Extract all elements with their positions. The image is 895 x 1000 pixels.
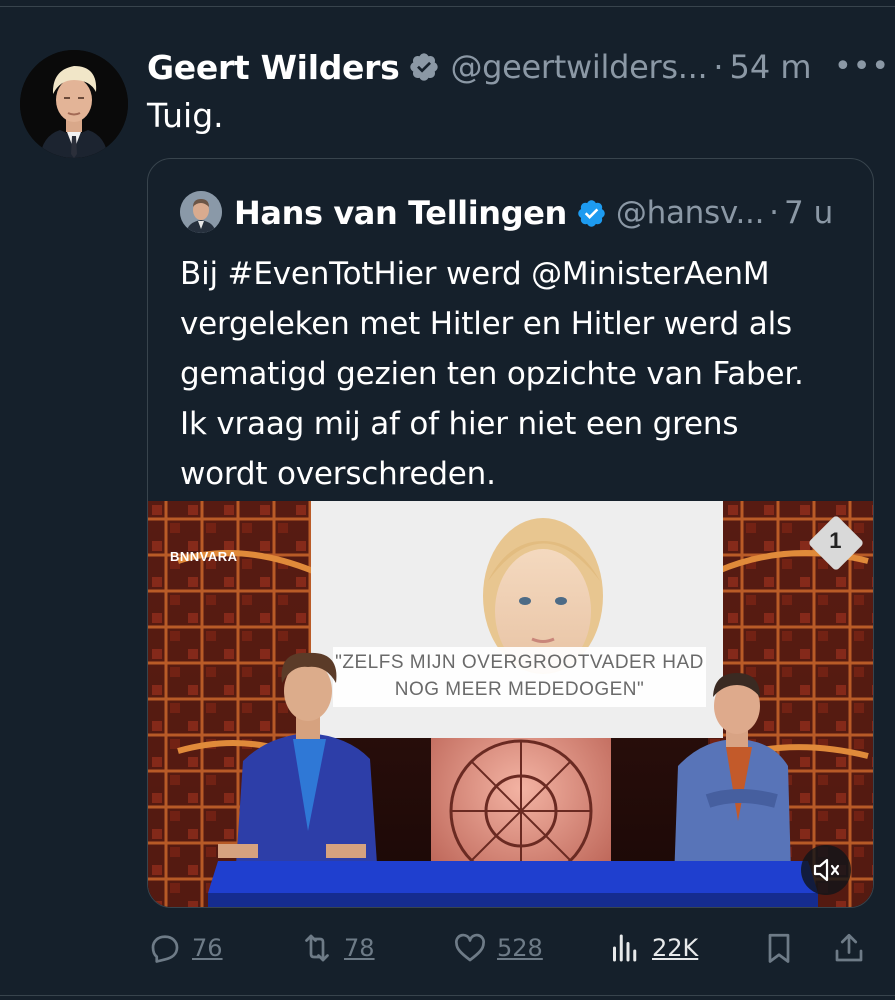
quoted-text-line: gematigd gezien ten opzichte van Faber. (180, 356, 804, 392)
verified-badge-icon (578, 199, 605, 227)
heart-icon (455, 933, 485, 962)
channel-logo: BNNVARA (170, 549, 238, 564)
reply-icon (151, 935, 179, 963)
quoted-author-handle[interactable]: @hansv... (616, 195, 765, 231)
separator-dot: · (713, 48, 724, 86)
quoted-text-line: Bij #EvenTotHier werd @MinisterAenM (180, 256, 770, 292)
video-caption: "ZELFS MIJN OVERGROOTVADER HAD NOG MEER … (333, 649, 706, 703)
like-count: 528 (497, 934, 543, 962)
author-handle[interactable]: @geertwilders... (450, 48, 707, 86)
reply-button[interactable]: 76 (147, 925, 223, 971)
speaker-muted-icon (813, 858, 840, 882)
repost-button[interactable]: 78 (299, 925, 375, 971)
quoted-text-line: vergeleken met Hitler en Hitler werd als (180, 306, 792, 342)
share-button[interactable] (831, 925, 867, 971)
caption-line: NOG MEER MEDEDOGEN" (394, 679, 645, 700)
more-options-icon[interactable]: ••• (834, 52, 890, 82)
quoted-timestamp[interactable]: 7 u (784, 195, 833, 231)
share-icon (835, 933, 863, 962)
repost-icon (305, 934, 329, 962)
tweet-text: Tuig. (147, 96, 224, 135)
quoted-text-line: wordt overschreden. (180, 456, 496, 492)
tweet-header: Geert Wilders @geertwilders... · 54 m (147, 44, 812, 90)
quoted-author-name[interactable]: Hans van Tellingen (234, 194, 567, 232)
caption-line: "ZELFS MIJN OVERGROOTVADER HAD (335, 652, 704, 673)
quoted-text-line: Ik vraag mij af of hier niet een grens (180, 406, 739, 442)
views-count: 22K (652, 934, 699, 962)
top-divider (0, 6, 895, 7)
mute-button[interactable] (801, 845, 851, 895)
video-frame (148, 501, 873, 907)
author-avatar[interactable] (20, 50, 128, 158)
quoted-tweet-text: Bij #EvenTotHier werd @MinisterAenM verg… (180, 249, 860, 499)
author-name[interactable]: Geert Wilders (147, 48, 400, 87)
tweet-actions: 76 78 528 22K (147, 925, 874, 971)
reply-count: 76 (192, 934, 223, 962)
bookmark-icon (768, 933, 790, 963)
separator-dot: · (769, 195, 779, 231)
views-bar-chart-icon (613, 934, 637, 962)
repost-count: 78 (344, 934, 375, 962)
npo-number: 1 (829, 527, 842, 553)
bookmark-button[interactable] (761, 925, 797, 971)
verified-badge-icon (410, 53, 439, 81)
quoted-header: Hans van Tellingen @hansv... · 7 u (234, 192, 833, 234)
quoted-tweet[interactable]: Hans van Tellingen @hansv... · 7 u Bij #… (147, 158, 874, 908)
tweet-timestamp[interactable]: 54 m (730, 48, 812, 86)
bottom-divider (0, 995, 895, 996)
video-player[interactable]: BNNVARA "ZELFS MIJN OVERGROOTVADER HAD N… (148, 501, 873, 907)
like-button[interactable]: 528 (452, 925, 543, 971)
views-button[interactable]: 22K (607, 925, 698, 971)
quoted-author-avatar[interactable] (180, 191, 222, 233)
